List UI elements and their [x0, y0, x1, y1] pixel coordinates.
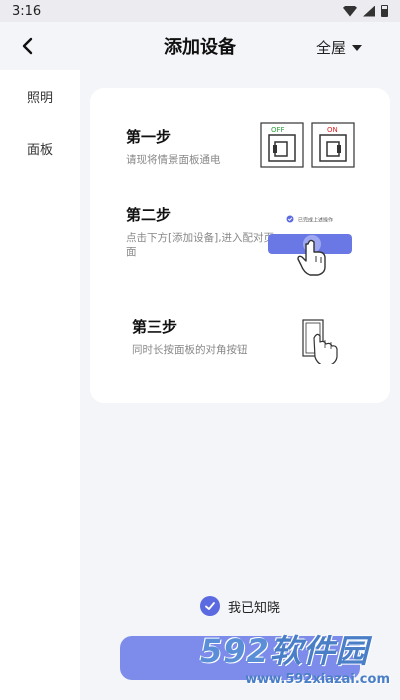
- status-icons: [343, 5, 388, 17]
- step-title: 第二步: [126, 206, 172, 224]
- step-3: 第三步 同时长按面板的对角按钮: [132, 316, 282, 357]
- caret-down-icon: [352, 44, 362, 51]
- checkmark-icon: [200, 596, 220, 616]
- instruction-card: 第一步 请现将情景面板通电 OFF ON 第二步 点击下方[添加设备],进入配对…: [90, 88, 390, 403]
- watermark-url: www.592xiazai.com: [245, 672, 390, 687]
- chevron-left-icon: [22, 37, 33, 55]
- signal-icon: [363, 5, 375, 17]
- off-label: OFF: [271, 126, 285, 134]
- sidebar: 照明 面板: [0, 70, 80, 700]
- back-button[interactable]: [16, 34, 40, 58]
- acknowledge-label: 我已知晓: [228, 600, 281, 616]
- acknowledge-checkbox[interactable]: 我已知晓: [200, 596, 280, 616]
- power-switch-illustration: OFF ON: [260, 122, 355, 168]
- step-title: 第一步: [126, 128, 172, 146]
- watermark-logo: 592软件园 www.592xiazai.com: [200, 626, 398, 698]
- on-label: ON: [327, 126, 338, 134]
- step-desc: 请现将情景面板通电: [126, 154, 221, 166]
- press-corner-illustration: [302, 319, 338, 364]
- watermark-brand: 592软件园: [200, 632, 369, 670]
- header: 添加设备 全屋: [0, 22, 400, 70]
- sidebar-item-label: 面板: [26, 142, 53, 158]
- step-desc: 同时长按面板的对角按钮: [132, 344, 248, 356]
- status-time: 3:16: [12, 3, 42, 19]
- battery-icon: [381, 5, 388, 17]
- step-desc: 点击下方[添加设备],进入配对页面: [126, 232, 275, 258]
- scope-label: 全屋: [315, 39, 346, 57]
- tap-button-illustration: 已完成上述操作: [268, 215, 352, 276]
- scope-dropdown[interactable]: 全屋: [316, 37, 362, 58]
- sidebar-item-label: 照明: [26, 90, 53, 106]
- sidebar-item-panel[interactable]: 面板: [0, 122, 80, 174]
- status-bar: 3:16: [0, 0, 400, 22]
- step-1: 第一步 请现将情景面板通电: [126, 126, 256, 167]
- step-2: 第二步 点击下方[添加设备],进入配对页面: [126, 204, 276, 259]
- hint-text: 已完成上述操作: [298, 217, 333, 224]
- page-title: 添加设备: [164, 37, 236, 58]
- wifi-icon: [343, 5, 357, 17]
- step-title: 第三步: [132, 318, 178, 336]
- sidebar-item-lighting[interactable]: 照明: [0, 70, 80, 122]
